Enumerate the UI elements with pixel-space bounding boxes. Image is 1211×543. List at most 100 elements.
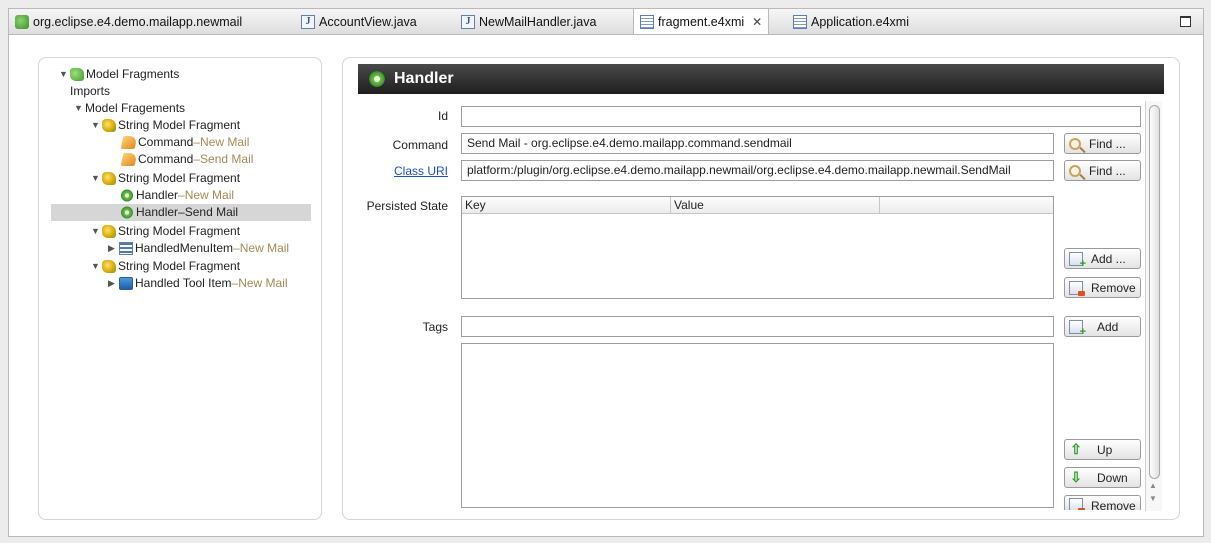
- fragment-icon: [102, 260, 116, 273]
- tree-item-label: Model Fragments: [86, 67, 180, 81]
- plugin-icon: [15, 14, 29, 29]
- xmi-file-icon: [793, 14, 807, 29]
- tree-item-label: String Model Fragment: [118, 224, 241, 238]
- tab-fragment-e4xmi[interactable]: fragment.e4xmi ✕: [633, 9, 770, 35]
- tags-list[interactable]: [461, 343, 1054, 508]
- tree-item-suffix: Send Mail: [184, 205, 239, 219]
- id-label: Id: [437, 109, 448, 123]
- button-label: Find ...: [1089, 163, 1126, 178]
- command-label: Command: [392, 138, 448, 152]
- button-label: Down: [1097, 470, 1128, 485]
- tags-field[interactable]: [461, 316, 1054, 337]
- expanded-arrow-icon[interactable]: ▼: [91, 117, 102, 134]
- remove-icon: [1069, 498, 1085, 510]
- tree-item-label: Command: [138, 135, 194, 149]
- tab-label: org.eclipse.e4.demo.mailapp.newmail: [33, 14, 243, 29]
- expanded-arrow-icon[interactable]: ▼: [91, 170, 102, 187]
- tool-item-icon: [119, 277, 133, 290]
- column-header-empty: [880, 197, 1053, 214]
- button-label: Add ...: [1091, 251, 1126, 266]
- expanded-arrow-icon[interactable]: ▼: [91, 223, 102, 240]
- fragment-icon: [102, 119, 116, 132]
- java-file-icon: J: [461, 14, 475, 29]
- magnifier-icon: [1069, 137, 1081, 150]
- menu-item-icon: [119, 242, 133, 255]
- column-header-value[interactable]: Value: [671, 197, 880, 214]
- persisted-state-table[interactable]: Key Value: [461, 196, 1054, 299]
- button-label: Up: [1097, 442, 1113, 457]
- button-label: Remove: [1091, 499, 1136, 510]
- expanded-arrow-icon[interactable]: ▼: [59, 66, 70, 83]
- tab-accountview-java[interactable]: J AccountView.java: [301, 9, 417, 34]
- collapsed-arrow-icon[interactable]: ▶: [108, 275, 119, 292]
- tree-item-label: Handler: [136, 205, 179, 219]
- move-up-button[interactable]: ⇧ Up: [1064, 439, 1141, 460]
- remove-tag-button[interactable]: Remove: [1064, 495, 1141, 510]
- tree-item-label: String Model Fragment: [118, 118, 241, 132]
- arrow-up-icon: ⇧: [1070, 441, 1082, 457]
- command-icon: [120, 136, 138, 149]
- column-header-key[interactable]: Key: [462, 197, 671, 214]
- handler-icon: [120, 189, 134, 202]
- command-field[interactable]: Send Mail - org.eclipse.e4.demo.mailapp.…: [461, 133, 1054, 154]
- separator: –: [193, 135, 201, 149]
- add-persisted-state-button[interactable]: Add ...: [1064, 248, 1141, 270]
- tab-label: NewMailHandler.java: [479, 14, 597, 29]
- section-title: Handler: [394, 70, 454, 87]
- move-down-button[interactable]: ⇩ Down: [1064, 467, 1141, 488]
- tree-item-model-fragments[interactable]: ▼ Model Fragments: [59, 66, 329, 83]
- tab-newmailhandler-java[interactable]: J NewMailHandler.java: [461, 9, 596, 34]
- tree-item-label: Handled Tool Item: [135, 276, 232, 290]
- persisted-state-label: Persisted State: [366, 199, 448, 213]
- tree-item-handledmenuitem-new-mail[interactable]: ▶ HandledMenuItem – New Mail: [108, 240, 378, 257]
- button-label: Remove: [1091, 280, 1136, 295]
- fragment-icon: [102, 225, 116, 238]
- vertical-scrollbar[interactable]: ▲ ▼: [1145, 101, 1162, 511]
- button-label: Find ...: [1089, 136, 1126, 151]
- tree-item-suffix: Send Mail: [200, 152, 254, 166]
- id-field[interactable]: [461, 106, 1141, 127]
- remove-persisted-state-button[interactable]: Remove: [1064, 277, 1141, 298]
- handler-icon: [368, 70, 386, 88]
- class-uri-link[interactable]: Class URI: [352, 164, 448, 178]
- tab-application-e4xmi[interactable]: Application.e4xmi: [793, 9, 909, 34]
- tree-item-label: String Model Fragment: [118, 259, 241, 273]
- expanded-arrow-icon[interactable]: ▼: [91, 258, 102, 275]
- find-command-button[interactable]: Find ...: [1064, 133, 1141, 154]
- tree-item-string-model-fragment[interactable]: ▼ String Model Fragment: [91, 223, 361, 240]
- scrollbar-thumb[interactable]: [1149, 105, 1160, 479]
- tab-newmail-plugin[interactable]: org.eclipse.e4.demo.mailapp.newmail: [15, 9, 242, 34]
- tree-item-label: Handler: [136, 188, 179, 202]
- tree-item-string-model-fragment[interactable]: ▼ String Model Fragment: [91, 258, 361, 275]
- tree-item-handler-send-mail[interactable]: Handler – Send Mail: [51, 204, 311, 221]
- scroll-up-arrow-icon[interactable]: ▲: [1149, 481, 1157, 490]
- add-icon: [1069, 251, 1086, 270]
- model-fragments-icon: [70, 68, 84, 81]
- tree-item-label: Imports: [70, 84, 111, 98]
- tree-item-suffix: New Mail: [200, 135, 250, 149]
- tree-item-handled-tool-item-new-mail[interactable]: ▶ Handled Tool Item – New Mail: [108, 275, 378, 292]
- tree-item-suffix: New Mail: [184, 188, 235, 202]
- tree-item-string-model-fragment[interactable]: ▼ String Model Fragment: [91, 170, 361, 187]
- add-icon: [1069, 319, 1086, 338]
- expanded-arrow-icon[interactable]: ▼: [74, 100, 85, 117]
- close-tab-icon[interactable]: ✕: [752, 15, 762, 29]
- collapsed-arrow-icon[interactable]: ▶: [108, 240, 119, 257]
- tree-item-string-model-fragment[interactable]: ▼ String Model Fragment: [91, 117, 361, 134]
- tree-item-label: HandledMenuItem: [135, 241, 234, 255]
- tree-item-imports[interactable]: Imports: [70, 83, 340, 100]
- fragment-icon: [102, 172, 116, 185]
- find-class-button[interactable]: Find ...: [1064, 160, 1141, 181]
- scroll-down-arrow-icon[interactable]: ▼: [1149, 494, 1157, 503]
- tree-item-suffix: New Mail: [239, 241, 290, 255]
- add-tag-button[interactable]: Add: [1064, 316, 1141, 338]
- tab-label: fragment.e4xmi: [658, 15, 745, 29]
- section-header: Handler: [358, 64, 1164, 94]
- remove-icon: [1069, 280, 1085, 296]
- class-uri-field[interactable]: platform:/plugin/org.eclipse.e4.demo.mai…: [461, 160, 1054, 181]
- magnifier-icon: [1069, 164, 1081, 177]
- xmi-file-icon: [640, 15, 654, 29]
- separator: –: [231, 276, 239, 290]
- maximize-icon[interactable]: [1180, 16, 1191, 27]
- tree-item-model-fragements[interactable]: ▼ Model Fragements: [74, 100, 344, 117]
